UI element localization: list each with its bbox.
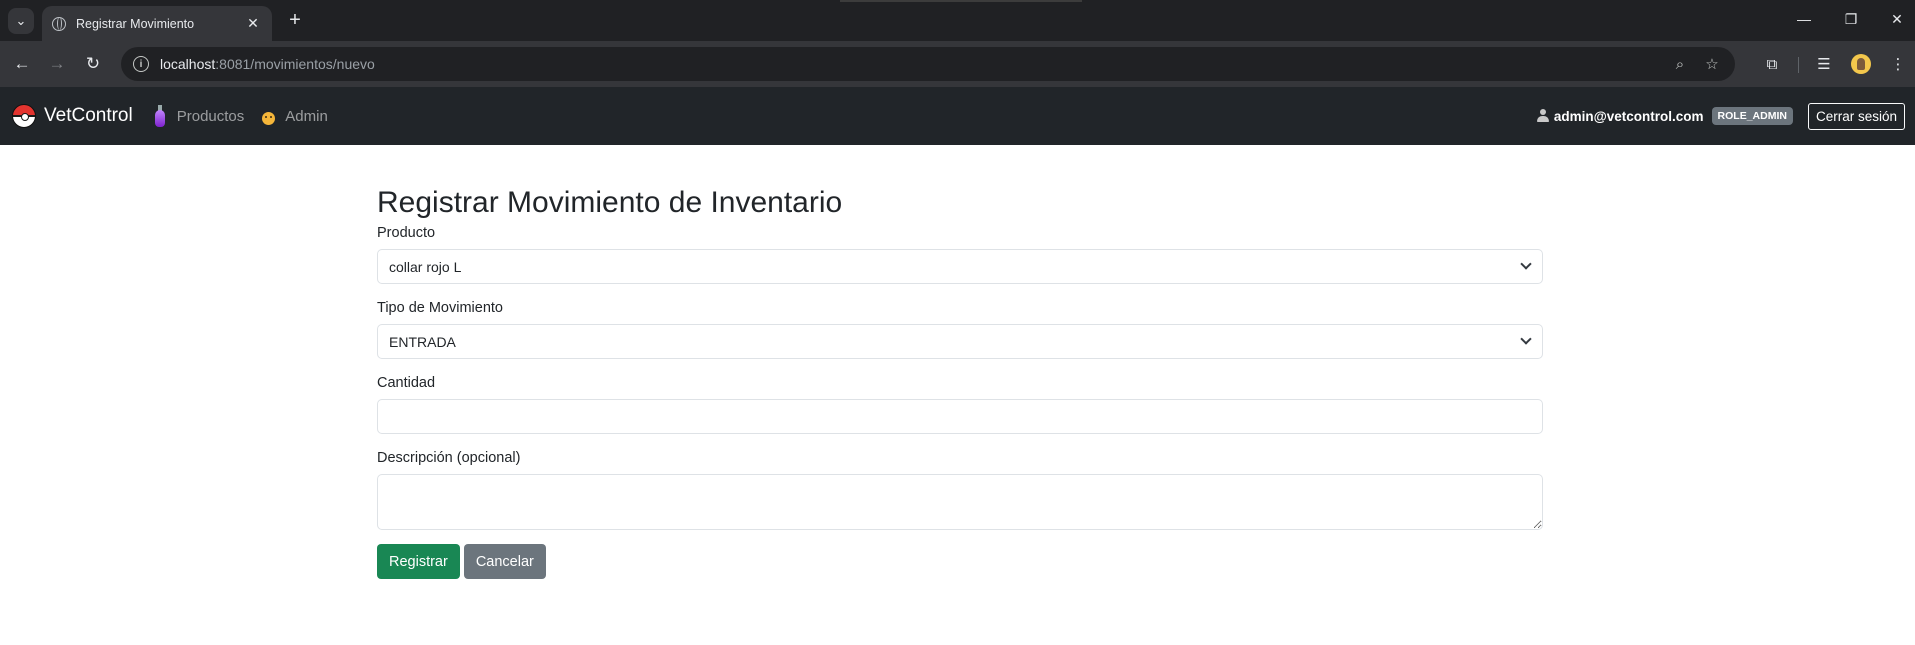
bookmark-star-icon[interactable]: ☆ — [1701, 53, 1723, 75]
user-area: admin@vetcontrol.com ROLE_ADMIN Cerrar s… — [1536, 87, 1905, 145]
window-close-icon[interactable]: ✕ — [1886, 8, 1908, 30]
producto-label: Producto — [377, 225, 436, 241]
site-info-icon[interactable]: i — [133, 56, 149, 72]
media-queue-icon[interactable]: ☰ — [1812, 52, 1836, 76]
potion-icon — [154, 105, 165, 127]
url-path: :8081/movimientos/nuevo — [215, 56, 375, 72]
page-title: Registrar Movimiento de Inventario — [377, 186, 843, 219]
back-arrow-icon[interactable]: ← — [10, 52, 34, 76]
restore-icon[interactable]: ❐ — [1840, 8, 1862, 30]
new-tab-plus-icon[interactable]: + — [284, 10, 306, 32]
forward-arrow-icon[interactable]: → — [45, 52, 69, 76]
descripcion-textarea[interactable] — [377, 474, 1543, 530]
user-email: admin@vetcontrol.com — [1553, 108, 1704, 124]
nav-link-label: Admin — [285, 107, 328, 125]
brand-link[interactable]: VetControl — [12, 104, 133, 128]
reload-icon[interactable]: ↻ — [81, 52, 105, 76]
cantidad-label: Cantidad — [377, 375, 436, 391]
chevron-down-icon — [1520, 258, 1532, 270]
pokeball-icon — [12, 104, 36, 128]
tab-strip: ⌄ Registrar Movimiento ✕ + — ❐ ✕ — [0, 0, 1915, 41]
minimize-icon[interactable]: — — [1793, 8, 1815, 30]
tipo-label: Tipo de Movimiento — [377, 300, 503, 316]
chevron-down-icon — [1520, 333, 1532, 345]
browser-toolbar: ← → ↻ i localhost:8081/movimientos/nuevo… — [0, 41, 1915, 87]
tipo-group: Tipo de Movimiento ENTRADA — [377, 300, 1543, 359]
nav-link-admin[interactable]: Admin — [262, 108, 328, 125]
globe-icon — [52, 16, 66, 31]
tab-search-icon[interactable]: ⌄ — [8, 8, 34, 34]
extensions-puzzle-icon[interactable]: ⧉ — [1760, 52, 1784, 76]
tab-strip-indicator — [840, 0, 1082, 2]
user-icon — [1536, 109, 1549, 123]
zoom-icon[interactable]: ⌕ — [1669, 53, 1691, 75]
registrar-button[interactable]: Registrar — [377, 544, 460, 579]
address-bar[interactable]: i localhost:8081/movimientos/nuevo ⌕ ☆ — [121, 47, 1735, 81]
nav-link-label: Productos — [176, 107, 245, 125]
profile-avatar[interactable] — [1851, 54, 1871, 74]
browser-tab-active[interactable]: Registrar Movimiento ✕ — [42, 6, 272, 41]
nav-link-productos[interactable]: Productos — [154, 105, 245, 127]
logout-button[interactable]: Cerrar sesión — [1807, 102, 1905, 130]
close-icon[interactable]: ✕ — [244, 15, 262, 33]
more-menu-icon[interactable]: ⋮ — [1886, 52, 1910, 76]
cantidad-input[interactable] — [377, 399, 1543, 434]
producto-select[interactable]: collar rojo L — [377, 249, 1543, 284]
tab-title: Registrar Movimiento — [76, 16, 195, 31]
cancelar-button[interactable]: Cancelar — [463, 544, 546, 579]
toolbar-separator — [1798, 57, 1799, 73]
url-host: localhost — [160, 56, 216, 72]
form-actions: Registrar Cancelar — [377, 544, 1543, 579]
descripcion-label: Descripción (opcional) — [377, 450, 521, 466]
role-badge: ROLE_ADMIN — [1711, 107, 1793, 125]
tipo-select[interactable]: ENTRADA — [377, 324, 1543, 359]
brand-name: VetControl — [44, 105, 133, 126]
producto-group: Producto collar rojo L — [377, 225, 1543, 284]
cantidad-group: Cantidad — [377, 375, 1543, 434]
producto-selected-value: collar rojo L — [389, 258, 462, 275]
tipo-selected-value: ENTRADA — [389, 333, 456, 350]
movement-form: Registrar Movimiento de Inventario Produ… — [377, 185, 1543, 579]
app-navbar: VetControl Productos Admin admin@vetcont… — [0, 87, 1915, 145]
admin-face-icon — [262, 111, 276, 125]
browser-chrome: ⌄ Registrar Movimiento ✕ + — ❐ ✕ ← → ↻ i… — [0, 0, 1915, 87]
descripcion-group: Descripción (opcional) — [377, 450, 1543, 530]
